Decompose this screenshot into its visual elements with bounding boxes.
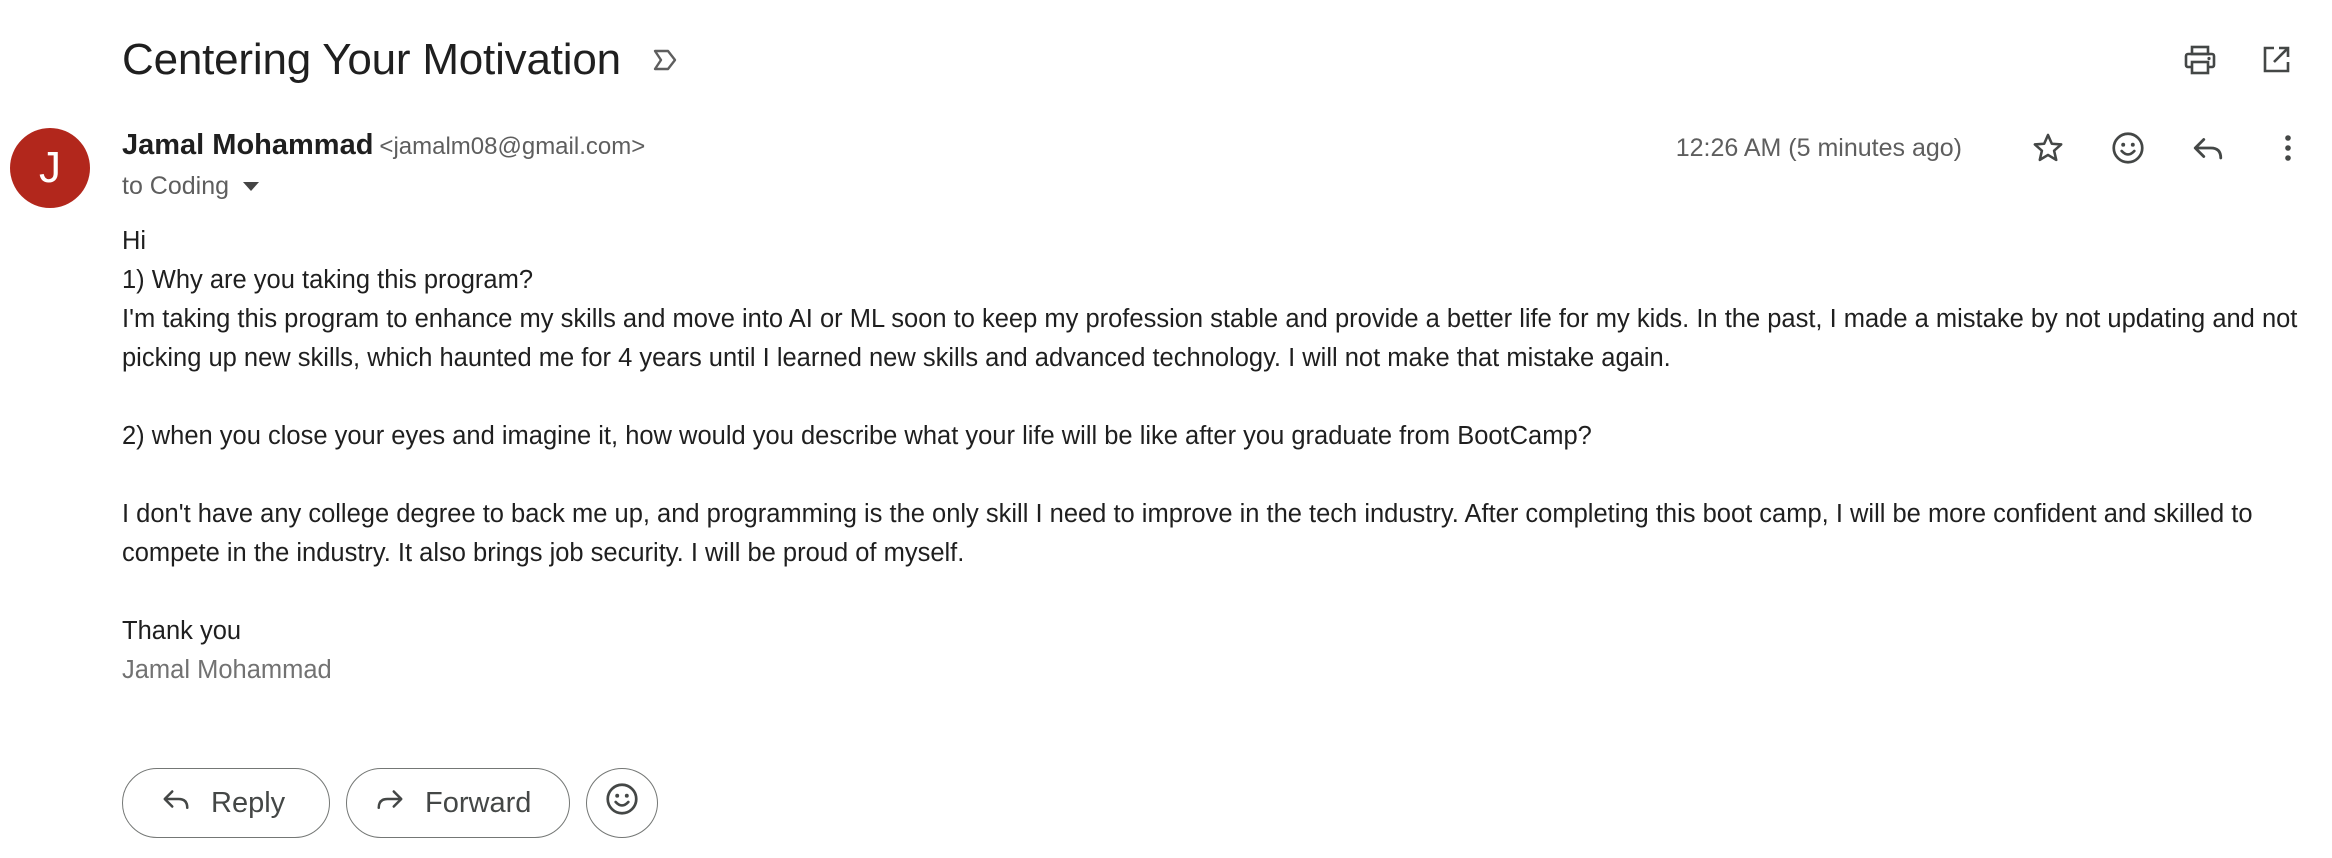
sender-name[interactable]: Jamal Mohammad [122,129,373,162]
recipients-label: to Coding [122,172,230,200]
reply-icon[interactable] [2186,126,2230,170]
body-answer-2: I don't have any college degree to back … [122,500,2253,567]
email-body: Hi 1) Why are you taking this program? I… [122,222,2312,690]
email-view: Centering Your Motivation J Jamal Mohamm… [0,0,2332,858]
forward-label: Forward [425,786,532,819]
message-actions: Reply Forward [122,768,658,838]
chevron-down-icon[interactable] [243,182,260,191]
reply-label: Reply [211,786,286,819]
body-closing: Thank you [122,617,242,645]
signature: Jamal Mohammad [122,656,332,684]
emoji-reaction-button[interactable] [586,768,658,838]
top-actions [2178,38,2298,82]
reply-icon [161,786,191,820]
label-outline-icon[interactable] [645,40,685,80]
timestamp: 12:26 AM (5 minutes ago) [1675,133,1962,162]
forward-icon [375,786,405,820]
reply-button[interactable]: Reply [122,768,330,838]
avatar[interactable]: J [10,128,90,208]
body-greeting: Hi [122,227,147,255]
star-icon[interactable] [2026,126,2070,170]
print-icon[interactable] [2178,38,2222,82]
sender-line: Jamal Mohammad <jamalm08@gmail.com> [122,129,645,162]
more-vert-icon[interactable] [2266,126,2310,170]
forward-button[interactable]: Forward [346,768,570,838]
body-question-2: 2) when you close your eyes and imagine … [122,422,1592,450]
subject-row: Centering Your Motivation [122,28,685,92]
body-answer-1: I'm taking this program to enhance my sk… [122,305,2298,372]
email-subject: Centering Your Motivation [122,35,621,84]
open-in-new-icon[interactable] [2254,38,2298,82]
body-question-1: 1) Why are you taking this program? [122,266,534,294]
emoji-smile-icon [604,781,640,825]
message-meta: 12:26 AM (5 minutes ago) [1676,126,2310,170]
sender-email: <jamalm08@gmail.com> [379,133,646,160]
recipients-toggle[interactable]: to Coding [122,172,260,201]
emoji-smile-icon[interactable] [2106,126,2150,170]
